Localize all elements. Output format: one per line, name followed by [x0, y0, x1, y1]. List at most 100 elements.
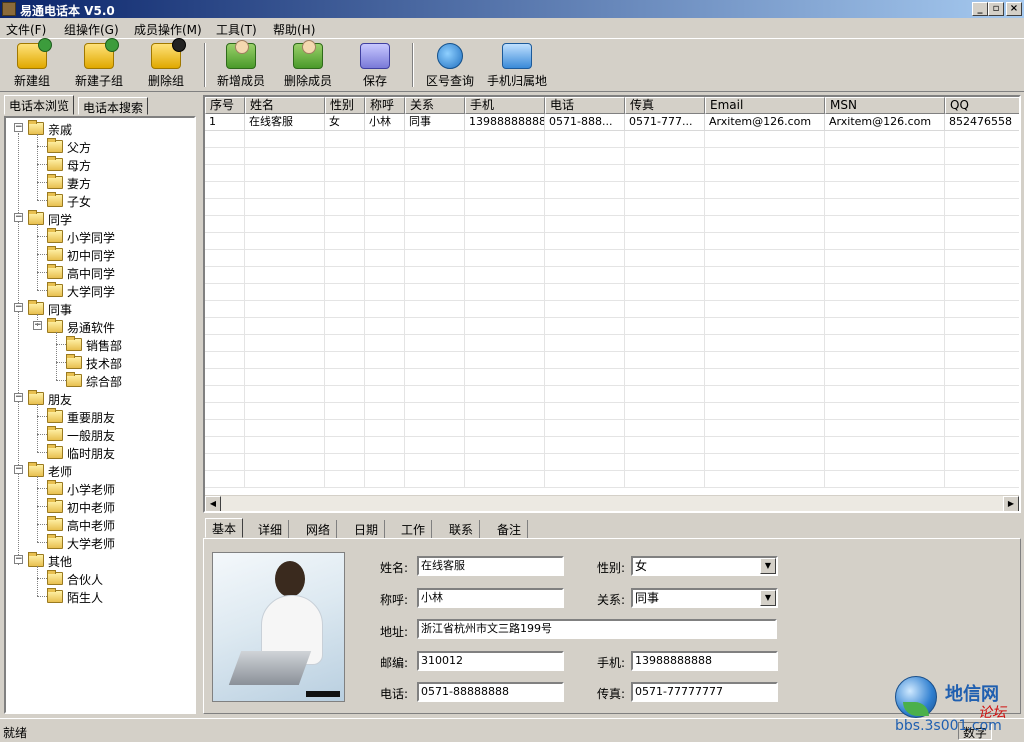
detail-tab[interactable]: 工作 — [395, 520, 433, 538]
watermark-url: bbs.3s001.com — [895, 718, 1002, 734]
postcode-field[interactable]: 310012 — [417, 651, 564, 671]
save-button[interactable]: 保存 — [343, 41, 407, 89]
tree-node[interactable]: 小学同学 — [6, 228, 194, 246]
minimize-button[interactable]: _ — [972, 2, 988, 16]
tree-node[interactable]: − 朋友 — [6, 390, 194, 408]
chevron-down-icon[interactable]: ▼ — [760, 590, 776, 606]
column-header[interactable]: 称呼 — [365, 97, 405, 114]
scroll-right-button[interactable]: ▶ — [1003, 496, 1019, 511]
table-cell[interactable]: 在线客服 — [245, 114, 325, 131]
tree-node[interactable]: 小学老师 — [6, 480, 194, 498]
tree-node[interactable]: 合伙人 — [6, 570, 194, 588]
tree-node[interactable]: − 易通软件 — [6, 318, 194, 336]
column-header[interactable]: 关系 — [405, 97, 465, 114]
column-header[interactable]: MSN — [825, 97, 945, 114]
menu-tools[interactable]: 工具(T) — [216, 21, 257, 38]
group-tree[interactable]: − 亲戚父方 母方 妻方 子女 − 同学 小学同学 初中同学 高中同学 大学同学 − 同事 − 易通软件 销售… — [4, 116, 196, 714]
column-header[interactable]: 序号 — [205, 97, 245, 114]
new-subgroup-button[interactable]: 新建子组 — [67, 38, 131, 89]
table-cell[interactable]: 1 — [205, 114, 245, 131]
column-header[interactable]: QQ — [945, 97, 1019, 114]
column-header[interactable]: Email — [705, 97, 825, 114]
collapse-icon[interactable]: − — [14, 303, 23, 312]
table-cell[interactable]: 0571-777... — [625, 114, 705, 131]
collapse-icon[interactable]: − — [14, 213, 23, 222]
tree-node[interactable]: − 亲戚 — [6, 120, 194, 138]
phone-field[interactable]: 0571-88888888 — [417, 682, 564, 702]
close-button[interactable]: × — [1006, 2, 1022, 16]
delete-group-button[interactable]: 删除组 — [134, 38, 198, 89]
menu-member[interactable]: 成员操作(M) — [134, 21, 202, 38]
tree-node[interactable]: 大学同学 — [6, 282, 194, 300]
mobile-location-button[interactable]: 手机归属地 — [485, 41, 549, 89]
column-header[interactable]: 性别 — [325, 97, 365, 114]
area-code-button[interactable]: 区号查询 — [418, 41, 482, 89]
tree-node[interactable]: 初中同学 — [6, 246, 194, 264]
table-cell[interactable]: 同事 — [405, 114, 465, 131]
maximize-button[interactable]: ▫ — [988, 2, 1004, 16]
tree-node[interactable]: 母方 — [6, 156, 194, 174]
tree-node[interactable]: 父方 — [6, 138, 194, 156]
tree-node[interactable]: 技术部 — [6, 354, 194, 372]
gender-select[interactable]: 女 ▼ — [631, 556, 778, 576]
table-cell[interactable]: 852476558 — [945, 114, 1019, 131]
detail-tab[interactable]: 网络 — [300, 520, 338, 538]
new-group-button[interactable]: 新建组 — [0, 38, 64, 89]
collapse-icon[interactable]: − — [14, 123, 23, 132]
tree-node[interactable]: − 其他 — [6, 552, 194, 570]
menu-help[interactable]: 帮助(H) — [273, 21, 315, 38]
collapse-icon[interactable]: − — [14, 393, 23, 402]
horizontal-scrollbar[interactable]: ◀ ▶ — [205, 495, 1019, 511]
column-header[interactable]: 传真 — [625, 97, 705, 114]
tree-node[interactable]: 大学老师 — [6, 534, 194, 552]
column-header[interactable]: 手机 — [465, 97, 545, 114]
tree-node[interactable]: 销售部 — [6, 336, 194, 354]
mobile-field[interactable]: 13988888888 — [631, 651, 778, 671]
tree-node-label: 父方 — [67, 141, 92, 155]
chevron-down-icon[interactable]: ▼ — [760, 558, 776, 574]
tree-node[interactable]: 高中老师 — [6, 516, 194, 534]
tree-node[interactable]: 一般朋友 — [6, 426, 194, 444]
tree-node[interactable]: 初中老师 — [6, 498, 194, 516]
tree-node[interactable]: − 同学 — [6, 210, 194, 228]
delete-member-button[interactable]: 删除成员 — [276, 40, 340, 89]
tree-node[interactable]: 高中同学 — [6, 264, 194, 282]
collapse-icon[interactable]: − — [14, 465, 23, 474]
table-cell[interactable]: Arxitem@126.com — [705, 114, 825, 131]
scroll-left-button[interactable]: ◀ — [205, 496, 221, 511]
detail-tab[interactable]: 备注 — [491, 520, 529, 538]
collapse-icon[interactable]: − — [14, 555, 23, 564]
tree-node[interactable]: 子女 — [6, 192, 194, 210]
detail-tab[interactable]: 基本 — [205, 518, 244, 538]
menu-group[interactable]: 组操作(G) — [64, 21, 119, 38]
tree-node[interactable]: 重要朋友 — [6, 408, 194, 426]
tree-node[interactable]: 妻方 — [6, 174, 194, 192]
detail-tab[interactable]: 详细 — [252, 520, 290, 538]
nickname-field[interactable]: 小林 — [417, 588, 564, 608]
tree-node[interactable]: − 老师 — [6, 462, 194, 480]
relation-select[interactable]: 同事 ▼ — [631, 588, 778, 608]
tree-node[interactable]: − 同事 — [6, 300, 194, 318]
table-cell[interactable]: 女 — [325, 114, 365, 131]
empty-cell — [405, 352, 465, 369]
column-header[interactable]: 姓名 — [245, 97, 325, 114]
gender-value: 女 — [635, 559, 648, 573]
tab-search[interactable]: 电话本搜索 — [78, 97, 149, 115]
tab-browse[interactable]: 电话本浏览 — [4, 95, 75, 115]
address-field[interactable]: 浙江省杭州市文三路199号 — [417, 619, 777, 639]
contact-grid[interactable]: ◀ ▶ 序号 姓名 性别 称呼 关系 手机 电话 传真 Email MSN QQ 1 在线客服女小林 同事… — [203, 95, 1021, 513]
name-field[interactable]: 在线客服 — [417, 556, 564, 576]
detail-tab[interactable]: 联系 — [443, 520, 481, 538]
tree-node[interactable]: 综合部 — [6, 372, 194, 390]
fax-field[interactable]: 0571-77777777 — [631, 682, 778, 702]
menu-file[interactable]: 文件(F) — [6, 21, 46, 38]
add-member-button[interactable]: 新增成员 — [209, 40, 273, 89]
detail-tab[interactable]: 日期 — [348, 520, 386, 538]
column-header[interactable]: 电话 — [545, 97, 625, 114]
table-cell[interactable]: Arxitem@126.com — [825, 114, 945, 131]
tree-node[interactable]: 临时朋友 — [6, 444, 194, 462]
table-cell[interactable]: 小林 — [365, 114, 405, 131]
table-cell[interactable]: 13988888888 — [465, 114, 545, 131]
tree-node[interactable]: 陌生人 — [6, 588, 194, 606]
table-cell[interactable]: 0571-888... — [545, 114, 625, 131]
